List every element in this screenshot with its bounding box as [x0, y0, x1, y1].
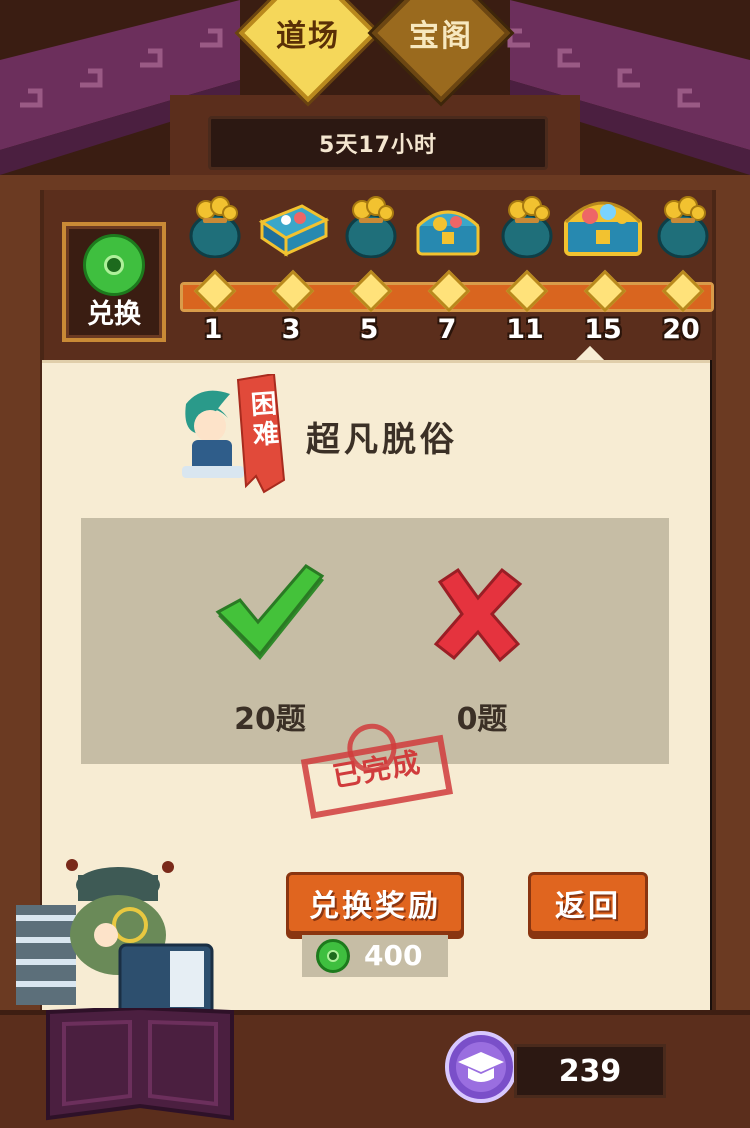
back-button[interactable]: 返回 [528, 872, 648, 934]
milestone-value: 7 [437, 314, 457, 345]
correct-count: 20题 [234, 702, 306, 737]
score-value: 239 [558, 1054, 622, 1089]
coin-bag-icon [345, 196, 397, 258]
open-book-icon [46, 1008, 234, 1121]
level-title: 超凡脱俗 [306, 420, 458, 460]
coin-bag-icon [189, 196, 241, 258]
gold-chest-icon [564, 201, 642, 256]
tab-treasure-pavilion[interactable]: 宝阁 [371, 0, 511, 103]
milestone-value: 5 [359, 314, 379, 345]
tab-dojo-label: 道场 [276, 19, 340, 54]
cross-icon [433, 567, 523, 663]
event-timer: 5天17小时 [208, 116, 548, 170]
difficulty-badge: 困难 [249, 389, 281, 451]
tab-treasure-label: 宝阁 [409, 19, 473, 54]
frame-right [712, 190, 750, 1030]
milestone-value: 1 [203, 314, 223, 345]
redeem-reward-button[interactable]: 兑换奖励 [286, 872, 464, 934]
exchange-button[interactable]: 兑换 [62, 222, 166, 342]
cost-value: 400 [364, 939, 423, 972]
exchange-label: 兑换 [87, 299, 141, 330]
graduation-cap-icon[interactable] [444, 1030, 518, 1104]
coin-bag-icon [501, 196, 553, 258]
treasure-chest-icon [416, 210, 480, 256]
wrong-count: 0题 [456, 702, 508, 737]
milestone-value: 11 [506, 314, 544, 345]
gift-box-icon [258, 204, 330, 257]
check-icon [215, 564, 325, 660]
tab-dojo[interactable]: 道场 [238, 0, 378, 103]
milestone-value: 15 [584, 314, 622, 345]
score-box: 239 [514, 1044, 666, 1098]
milestone-value: 3 [281, 314, 301, 345]
jade-coin-icon [83, 234, 145, 296]
coin-bag-icon [657, 196, 709, 258]
scholar-character [16, 859, 214, 1017]
redeem-cost: 400 [302, 935, 448, 977]
milestone-value: 20 [662, 314, 700, 345]
jade-coin-icon [316, 939, 350, 973]
